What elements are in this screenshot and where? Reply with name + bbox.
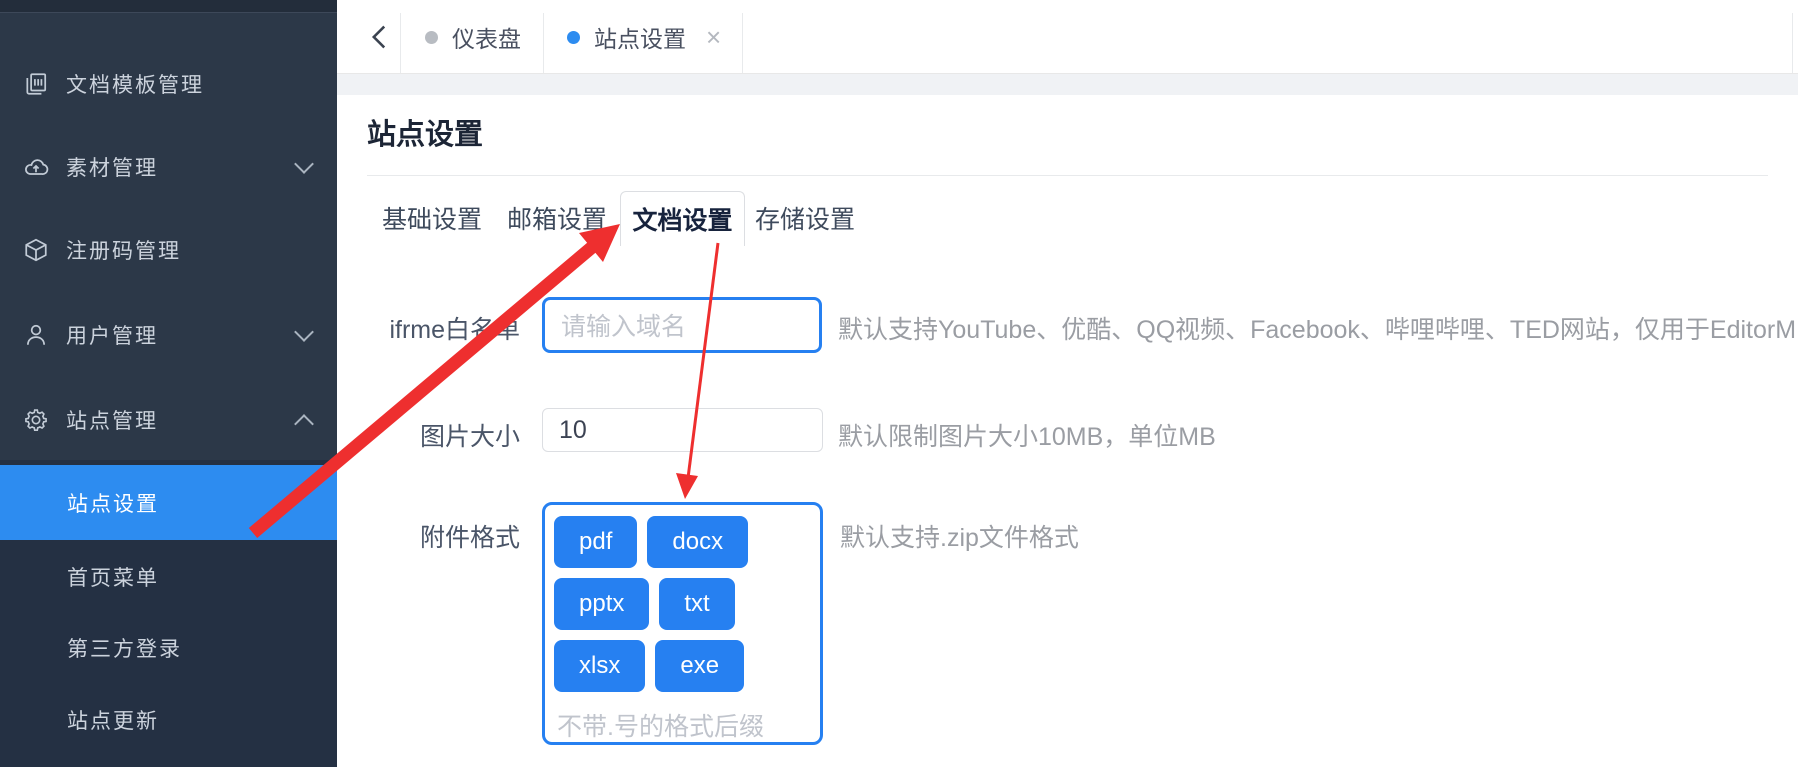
sidebar-item-material[interactable]: 素材管理 [0,143,337,191]
tab-document-settings[interactable]: 文档设置 [620,191,745,246]
tab-strip: 仪表盘 站点设置 × [337,0,1798,74]
format-tag[interactable]: docx [647,516,748,568]
tag-list: pdf docx pptx txt xlsx exe [549,511,816,697]
input-placeholder: 请输入域名 [561,307,686,343]
sidebar-item-label: 素材管理 [66,152,158,182]
field-label-attachment-format: 附件格式 [375,518,520,554]
tab-site-settings[interactable]: 站点设置 × [567,0,727,74]
tag-input-placeholder: 不带.号的格式后缀 [557,707,816,743]
sidebar-item-label: 文档模板管理 [66,69,204,99]
sidebar-top-strip [0,0,337,13]
field-label-iframe-whitelist: ifrme白名单 [375,310,520,346]
sidebar-item-label: 注册码管理 [66,235,181,265]
tab-label: 仪表盘 [452,20,521,54]
page-title: 站点设置 [367,111,483,153]
tab-divider [543,13,544,73]
field-hint-iframe-whitelist: 默认支持YouTube、优酷、QQ视频、Facebook、哔哩哔哩、TED网站，… [838,310,1798,346]
sidebar-item-label: 站点管理 [66,405,158,435]
tab-status-dot [425,31,438,44]
chevron-down-icon [294,154,314,174]
tab-status-dot [567,31,580,44]
sidebar-item-users[interactable]: 用户管理 [0,311,337,359]
tab-divider [400,13,401,73]
app-window: 文档模板管理 素材管理 注册码管理 [0,0,1798,767]
iframe-whitelist-input[interactable]: 请输入域名 [542,297,822,353]
sidebar-item-label: 用户管理 [66,320,158,350]
sidebar: 文档模板管理 素材管理 注册码管理 [0,0,337,767]
sidebar-item-site-settings[interactable]: 站点设置 [0,465,337,540]
sidebar-subitem-label: 首页菜单 [67,562,159,592]
chevron-down-icon [294,322,314,342]
user-icon [23,322,49,348]
tab-divider [1792,13,1793,73]
sidebar-subitem-label: 站点设置 [67,488,159,518]
chevron-up-icon [294,414,314,434]
format-tag[interactable]: xlsx [554,640,645,692]
sidebar-item-site-update[interactable]: 站点更新 [0,694,337,746]
cloud-upload-icon [23,154,49,180]
attachment-format-tag-input[interactable]: pdf docx pptx txt xlsx exe 不带.号的格式后缀 [542,502,823,745]
sidebar-item-site-mgmt[interactable]: 站点管理 [0,396,337,444]
main-area: 站点设置 基础设置 邮箱设置 文档设置 存储设置 ifrme白名单 请输入域名 … [337,74,1798,767]
cube-icon [23,237,49,263]
field-hint-image-size: 默认限制图片大小10MB，单位MB [838,417,1216,453]
tab-dashboard[interactable]: 仪表盘 [425,0,535,74]
field-hint-attachment-format: 默认支持.zip文件格式 [840,518,1079,554]
sidebar-item-doc-template[interactable]: 文档模板管理 [0,60,337,108]
settings-card: 站点设置 基础设置 邮箱设置 文档设置 存储设置 ifrme白名单 请输入域名 … [337,95,1798,767]
input-value: 10 [559,416,587,445]
format-tag[interactable]: exe [655,640,744,692]
tab-divider [742,13,743,73]
tab-mail-settings[interactable]: 邮箱设置 [482,191,632,245]
close-icon[interactable]: × [706,24,721,50]
sidebar-item-thirdparty-login[interactable]: 第三方登录 [0,622,337,674]
gear-icon [23,407,49,433]
tab-label: 站点设置 [594,20,686,54]
format-tag[interactable]: pdf [554,516,637,568]
format-tag[interactable]: pptx [554,578,649,630]
field-label-image-size: 图片大小 [375,417,520,453]
sidebar-subitem-label: 站点更新 [67,705,159,735]
format-tag[interactable]: txt [659,578,734,630]
image-size-input[interactable]: 10 [542,408,823,452]
sidebar-item-regcode[interactable]: 注册码管理 [0,226,337,274]
back-arrow-button[interactable] [359,0,399,74]
sidebar-subitem-label: 第三方登录 [67,633,182,663]
documents-icon [23,71,49,97]
tab-storage-settings[interactable]: 存储设置 [730,191,880,245]
title-divider [367,175,1768,176]
sidebar-item-home-menu[interactable]: 首页菜单 [0,551,337,603]
